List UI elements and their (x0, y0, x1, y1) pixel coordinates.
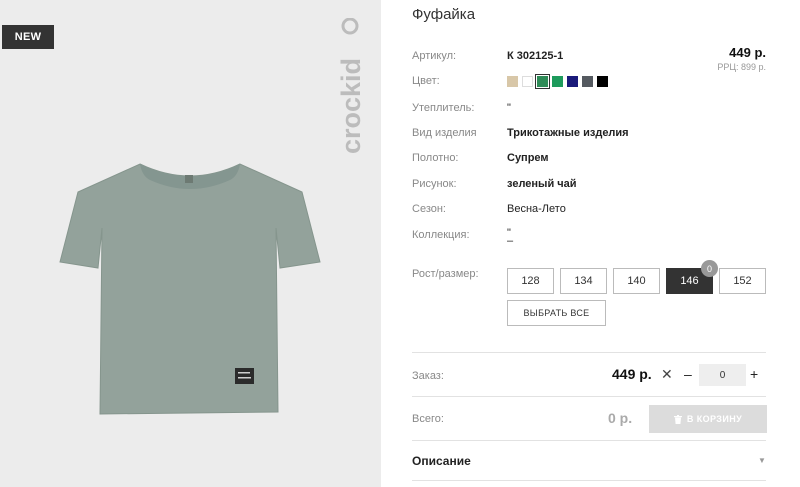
size-label: Рост/размер: (412, 268, 479, 280)
size-option[interactable]: 134 (560, 268, 607, 294)
brand-logo: crockid (336, 18, 366, 154)
new-badge: NEW (2, 25, 54, 49)
product-rrp: РРЦ: 899 р. (717, 62, 766, 72)
color-swatch[interactable] (582, 76, 593, 87)
product-price: 449 р. (729, 45, 766, 60)
color-swatches (507, 74, 608, 89)
color-swatch[interactable] (552, 76, 563, 87)
type-label: Вид изделия (412, 127, 477, 139)
collection-value-dash: – (507, 235, 514, 247)
divider (412, 440, 766, 441)
pattern-label: Рисунок: (412, 178, 457, 190)
size-option[interactable]: 128 (507, 268, 554, 294)
decrease-quantity-button[interactable]: – (684, 366, 692, 382)
total-label: Всего: (412, 413, 444, 425)
increase-quantity-button[interactable]: + (750, 366, 758, 382)
fabric-value: Супрем (507, 152, 549, 164)
order-label: Заказ: (412, 370, 444, 382)
size-option[interactable]: 146 0 (666, 260, 718, 294)
color-swatch[interactable] (567, 76, 578, 87)
size-option[interactable]: 140 (613, 268, 660, 294)
color-swatch[interactable] (507, 76, 518, 87)
quantity-input[interactable] (699, 364, 746, 386)
description-toggle[interactable]: Описание (412, 454, 471, 468)
chevron-down-icon[interactable]: ▼ (758, 456, 766, 465)
order-price: 449 р. (612, 366, 652, 382)
season-label: Сезон: (412, 203, 446, 215)
size-option-label: 140 (627, 275, 646, 287)
size-option-label: 152 (733, 275, 752, 287)
color-swatch[interactable] (522, 76, 533, 87)
select-all-button[interactable]: ВЫБРАТЬ ВСЕ (507, 300, 606, 326)
color-swatch[interactable] (597, 76, 608, 87)
insulation-label: Утеплитель: (412, 102, 475, 114)
article-label: Артикул: (412, 50, 457, 62)
pattern-value: зеленый чай (507, 178, 577, 190)
add-to-cart-button[interactable]: В КОРЗИНУ (649, 405, 767, 433)
size-option-label: 146 (680, 275, 699, 287)
trash-icon (673, 414, 682, 424)
color-label: Цвет: (412, 75, 440, 87)
insulation-value: " (507, 102, 511, 114)
collection-label: Коллекция: (412, 229, 470, 241)
divider (412, 480, 766, 481)
size-option-label: 134 (574, 275, 593, 287)
product-image-panel: NEW crockid (0, 0, 381, 487)
total-value: 0 р. (608, 410, 633, 426)
size-option-label: 128 (521, 275, 540, 287)
type-value: Трикотажные изделия (507, 127, 629, 139)
season-value: Весна-Лето (507, 203, 566, 215)
cart-button-label: В КОРЗИНУ (686, 414, 743, 424)
brand-logo-text: crockid (336, 58, 366, 154)
product-info: Фуфайка Артикул: К 302125-1 449 р. РРЦ: … (412, 0, 768, 487)
article-value: К 302125-1 (507, 50, 564, 62)
size-count-badge: 0 (701, 260, 718, 277)
fabric-label: Полотно: (412, 152, 459, 164)
tshirt-image (59, 163, 321, 415)
size-option[interactable]: 152 (719, 268, 766, 294)
divider (412, 396, 766, 397)
product-title: Фуфайка (412, 6, 476, 23)
size-options: 128 134 140 146 0 152 (507, 260, 766, 294)
times-icon: ✕ (661, 366, 673, 382)
divider (412, 352, 766, 353)
color-swatch[interactable] (535, 74, 550, 89)
